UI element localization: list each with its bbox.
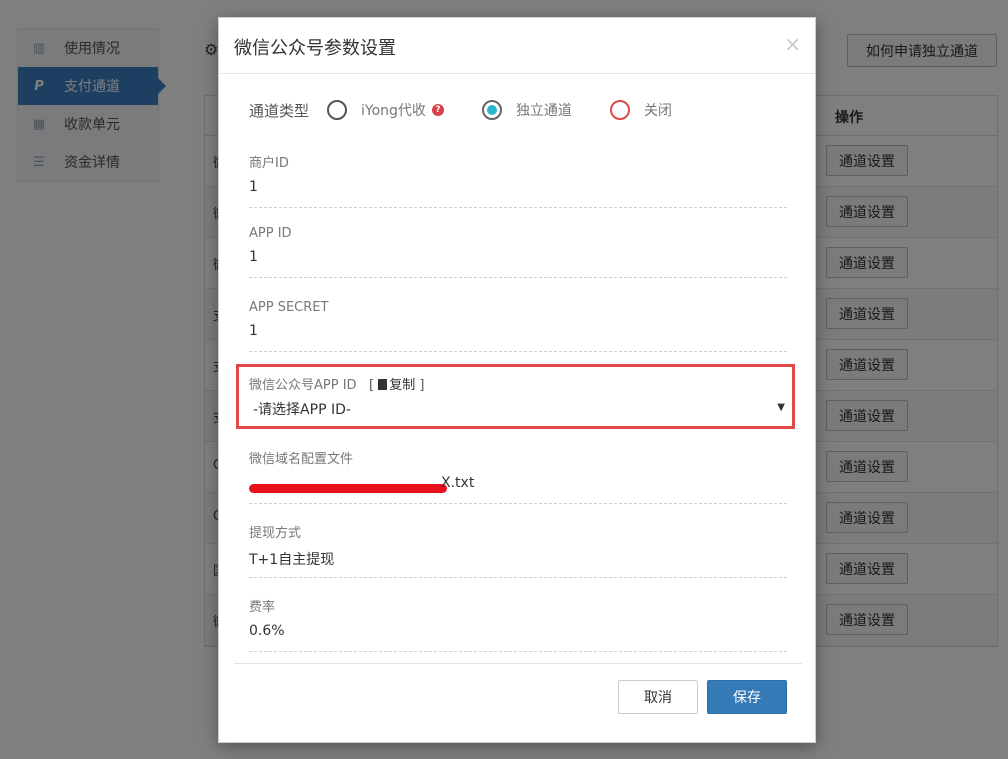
withdraw-field: 提现方式 T+1自主提现	[249, 522, 787, 578]
app-id-input[interactable]: 1	[249, 249, 787, 269]
app-id-field: APP ID 1	[249, 226, 787, 278]
copy-link[interactable]: [ 复制 ]	[361, 378, 425, 393]
merchant-id-label: 商户ID	[249, 156, 289, 171]
app-secret-field: APP SECRET 1	[249, 300, 787, 352]
wechat-params-modal: 微信公众号参数设置 × 通道类型 iYong代收 ? 独立通道 关闭 商户ID …	[218, 17, 816, 743]
modal-header: 微信公众号参数设置 ×	[219, 18, 815, 74]
app-secret-label: APP SECRET	[249, 300, 329, 315]
radio-close[interactable]	[609, 100, 630, 120]
field-underline	[249, 207, 787, 208]
wechat-app-id-select[interactable]: -请选择APP ID- ▼	[249, 399, 787, 423]
radio-iyong[interactable]	[327, 100, 348, 120]
wechat-app-id-label: 微信公众号APP ID	[249, 378, 357, 393]
close-icon[interactable]: ×	[784, 32, 801, 56]
domain-file-field: 微信域名配置文件 X.txt	[249, 448, 787, 504]
withdraw-label: 提现方式	[249, 526, 302, 541]
wechat-app-id-field: 微信公众号APP ID [ 复制 ] -请选择APP ID- ▼	[249, 374, 787, 423]
redaction-mark	[249, 484, 447, 493]
radio-iyong-label[interactable]: iYong代收	[361, 100, 426, 120]
domain-file-value[interactable]: X.txt	[249, 475, 787, 495]
copy-icon	[378, 379, 388, 390]
radio-independent-label[interactable]: 独立通道	[516, 100, 572, 120]
merchant-id-input[interactable]: 1	[249, 179, 787, 199]
save-button[interactable]: 保存	[707, 680, 787, 714]
domain-file-label: 微信域名配置文件	[249, 452, 354, 467]
question-icon[interactable]: ?	[431, 104, 444, 116]
cancel-button[interactable]: 取消	[618, 680, 698, 714]
fee-rate-label: 费率	[249, 600, 276, 615]
modal-title: 微信公众号参数设置	[234, 38, 396, 59]
copy-bracket-close: ]	[419, 378, 425, 393]
field-underline	[249, 503, 787, 504]
withdraw-value[interactable]: T+1自主提现	[249, 549, 787, 569]
app-secret-input[interactable]: 1	[249, 323, 787, 343]
radio-independent[interactable]	[481, 100, 502, 120]
field-underline	[249, 351, 787, 352]
fee-rate-value[interactable]: 0.6%	[249, 623, 787, 643]
domain-file-suffix: X.txt	[441, 475, 475, 491]
select-value: -请选择APP ID-	[253, 402, 351, 418]
field-underline	[249, 651, 787, 652]
field-underline	[249, 277, 787, 278]
modal-footer-divider	[234, 663, 802, 664]
merchant-id-field: 商户ID 1	[249, 152, 787, 208]
copy-label[interactable]: 复制	[389, 378, 415, 393]
radio-close-label[interactable]: 关闭	[644, 100, 672, 120]
fee-rate-field: 费率 0.6%	[249, 596, 787, 652]
field-underline	[249, 577, 787, 578]
channel-type-label: 通道类型	[249, 101, 310, 120]
app-id-label: APP ID	[249, 226, 292, 241]
wechat-app-id-label-row: 微信公众号APP ID [ 复制 ]	[249, 374, 787, 393]
channel-type-group: 通道类型 iYong代收 ? 独立通道 关闭	[249, 98, 678, 122]
copy-bracket-open: [	[368, 378, 375, 393]
caret-down-icon: ▼	[777, 402, 785, 413]
